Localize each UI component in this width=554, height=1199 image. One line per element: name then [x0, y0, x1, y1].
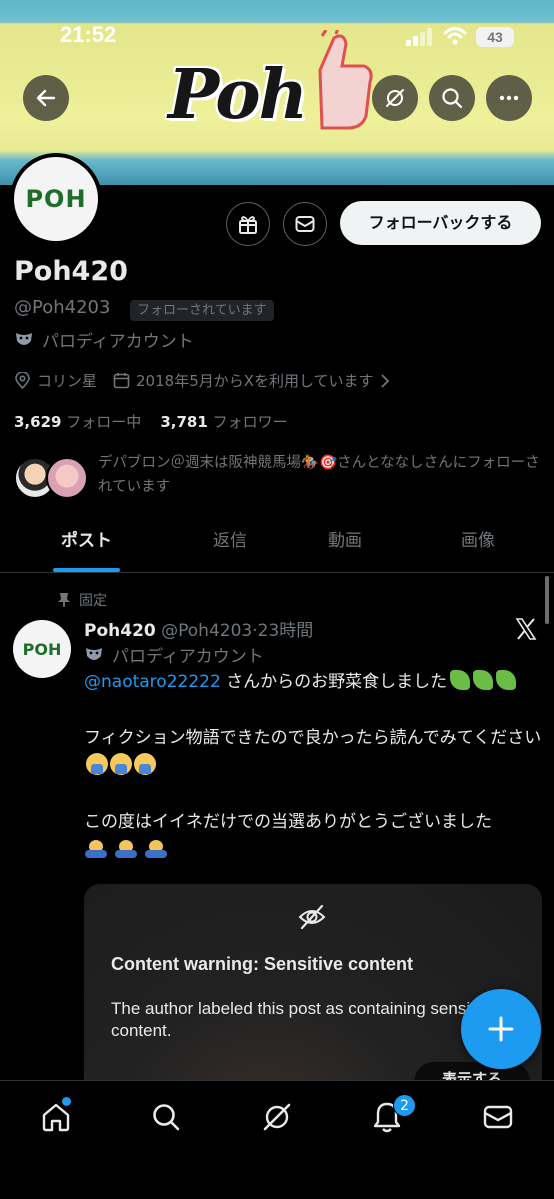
- eye-off-icon: [298, 904, 326, 930]
- avatar: [46, 457, 88, 499]
- user-handle: @Poh4203: [14, 297, 111, 318]
- status-time: 21:52: [60, 22, 117, 47]
- post-avatar-text: POH: [22, 639, 62, 659]
- bottom-navigation: 2: [0, 1080, 554, 1199]
- banner-logo-text: Poh: [168, 55, 308, 135]
- bowing-emoji: [84, 837, 108, 859]
- leafy-green-emoji: [450, 670, 471, 690]
- post-text: @naotaro22222 さんからのお野菜食しました フィクション物語できたの…: [84, 668, 542, 892]
- grok-icon: [386, 89, 404, 107]
- post-author-name[interactable]: Poh420: [84, 621, 156, 641]
- back-button[interactable]: [23, 75, 69, 121]
- pin-icon: [58, 593, 70, 607]
- tab-images[interactable]: 画像: [433, 515, 523, 572]
- post-parody-label: パロディアカウント: [112, 647, 264, 667]
- followers-you-know-text: デパブロン＠週末は阪神競馬場🏇🎯さんとななしさんにフォローされています: [98, 455, 540, 495]
- follows-you-badge: フォローされています: [130, 300, 274, 321]
- chevron-right-icon[interactable]: [380, 373, 390, 388]
- post-paragraph-3: この度はイイネだけでの当選ありがとうございました: [84, 812, 492, 832]
- parody-mask-icon: [16, 332, 32, 345]
- more-button[interactable]: [486, 75, 532, 121]
- status-bar: 21:52 43: [0, 0, 554, 60]
- raising-hand-emoji: [134, 753, 156, 775]
- tab-replies[interactable]: 返信: [185, 515, 275, 572]
- post-author-avatar[interactable]: POH: [13, 620, 71, 678]
- content-warning-title: Content warning: Sensitive content: [111, 954, 414, 974]
- active-tab-indicator: [53, 568, 120, 572]
- following-label: フォロー中: [66, 413, 142, 431]
- gift-button[interactable]: [226, 202, 270, 246]
- bowing-emoji: [114, 837, 138, 859]
- pinned-indicator: 固定: [57, 590, 107, 610]
- gift-icon: [239, 216, 257, 234]
- grok-icon: [263, 1103, 291, 1131]
- search-button[interactable]: [429, 75, 475, 121]
- content-warning-description: The author labeled this post as containi…: [111, 999, 497, 1040]
- plus-icon: [488, 1016, 514, 1042]
- mail-icon: [483, 1105, 513, 1129]
- raising-hand-emoji: [110, 753, 132, 775]
- search-icon: [153, 1104, 180, 1131]
- nav-search[interactable]: [148, 1099, 184, 1135]
- notification-count-badge: 2: [393, 1094, 416, 1117]
- avatar-text: POH: [25, 185, 87, 213]
- tab-videos[interactable]: 動画: [300, 515, 390, 572]
- post-paragraph-2: フィクション物語できたので良かったら読んでみてください: [84, 728, 542, 748]
- calendar-icon: [113, 372, 130, 389]
- compose-button[interactable]: [461, 989, 541, 1069]
- x-logo-icon[interactable]: [514, 617, 538, 641]
- battery-indicator: 43: [476, 27, 514, 47]
- mutual-avatars: [14, 457, 90, 499]
- back-arrow-icon: [36, 89, 56, 107]
- more-icon: [499, 95, 519, 101]
- leafy-green-emoji: [496, 670, 517, 690]
- post-parody-row: パロディアカウント: [84, 642, 264, 667]
- wifi-icon: [443, 27, 467, 45]
- nav-messages[interactable]: [480, 1099, 516, 1135]
- following-link[interactable]: 3,629 フォロー中: [14, 413, 141, 431]
- followers-link[interactable]: 3,781 フォロワー: [160, 413, 287, 431]
- raising-hand-emoji: [86, 753, 108, 775]
- message-button[interactable]: [283, 202, 327, 246]
- follow-counts: 3,629 フォロー中 3,781 フォロワー: [14, 411, 288, 432]
- location-text: コリン星: [37, 372, 98, 390]
- location-icon: [14, 372, 31, 389]
- following-count: 3,629: [14, 413, 62, 431]
- leafy-green-emoji: [473, 670, 494, 690]
- sensitive-media-card[interactable]: Content warning: Sensitive content The a…: [84, 884, 542, 1099]
- follow-back-button[interactable]: フォローバックする: [340, 201, 541, 245]
- joined-text: 2018年5月からXを利用しています: [136, 372, 374, 390]
- post-line-1: さんからのお野菜食しました: [220, 672, 448, 692]
- profile-meta: コリン星 2018年5月からXを利用しています: [14, 370, 396, 391]
- bowing-emoji: [144, 837, 168, 859]
- signal-icon: [406, 28, 432, 46]
- home-notification-dot: [62, 1097, 71, 1106]
- parody-mask-icon: [86, 647, 102, 660]
- followers-label: フォロワー: [212, 413, 288, 431]
- display-name: Poh420: [14, 256, 128, 287]
- parody-label-row[interactable]: パロディアカウント: [14, 327, 194, 352]
- profile-avatar[interactable]: POH: [10, 153, 102, 245]
- nav-grok[interactable]: [259, 1099, 295, 1135]
- followers-count: 3,781: [160, 413, 208, 431]
- post-header: Poh420 @Poh4203·23時間: [84, 621, 314, 641]
- tab-posts[interactable]: ポスト: [40, 515, 133, 572]
- grok-button[interactable]: [372, 75, 418, 121]
- scrollbar[interactable]: [545, 576, 549, 624]
- pinned-label: 固定: [79, 593, 107, 609]
- post-time[interactable]: 23時間: [258, 621, 314, 641]
- search-icon: [442, 88, 463, 109]
- parody-label: パロディアカウント: [42, 332, 194, 352]
- mail-icon: [295, 216, 315, 232]
- avatar-image: POH: [14, 157, 98, 241]
- mention-link[interactable]: @naotaro22222: [84, 672, 221, 692]
- post-author-handle[interactable]: @Poh4203: [161, 621, 252, 641]
- profile-tabs: ポスト 返信 動画 画像: [0, 515, 554, 573]
